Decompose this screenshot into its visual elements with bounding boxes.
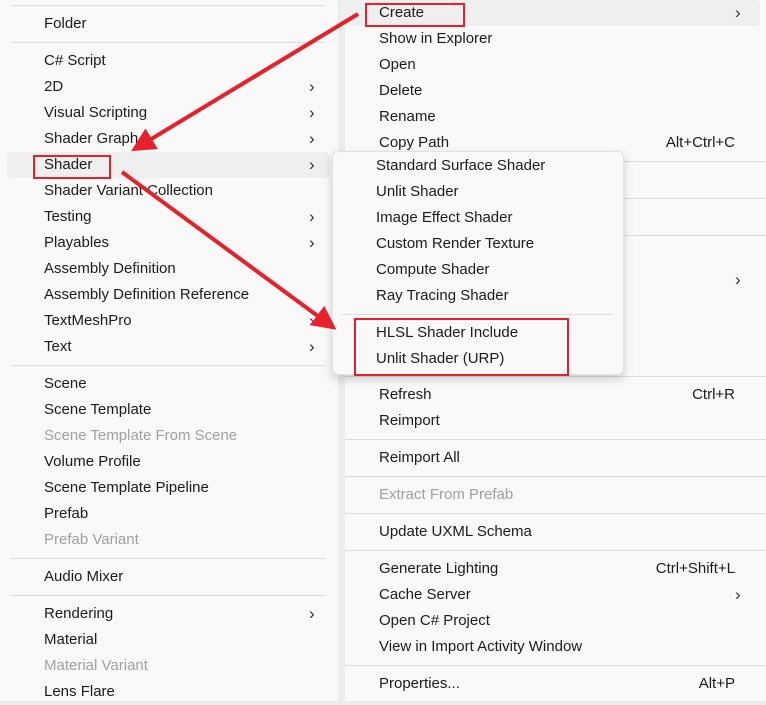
arrow-shader-to-urp: [120, 170, 337, 330]
arrow-create-to-shader: [131, 12, 360, 152]
annotation-arrows: [120, 12, 360, 330]
